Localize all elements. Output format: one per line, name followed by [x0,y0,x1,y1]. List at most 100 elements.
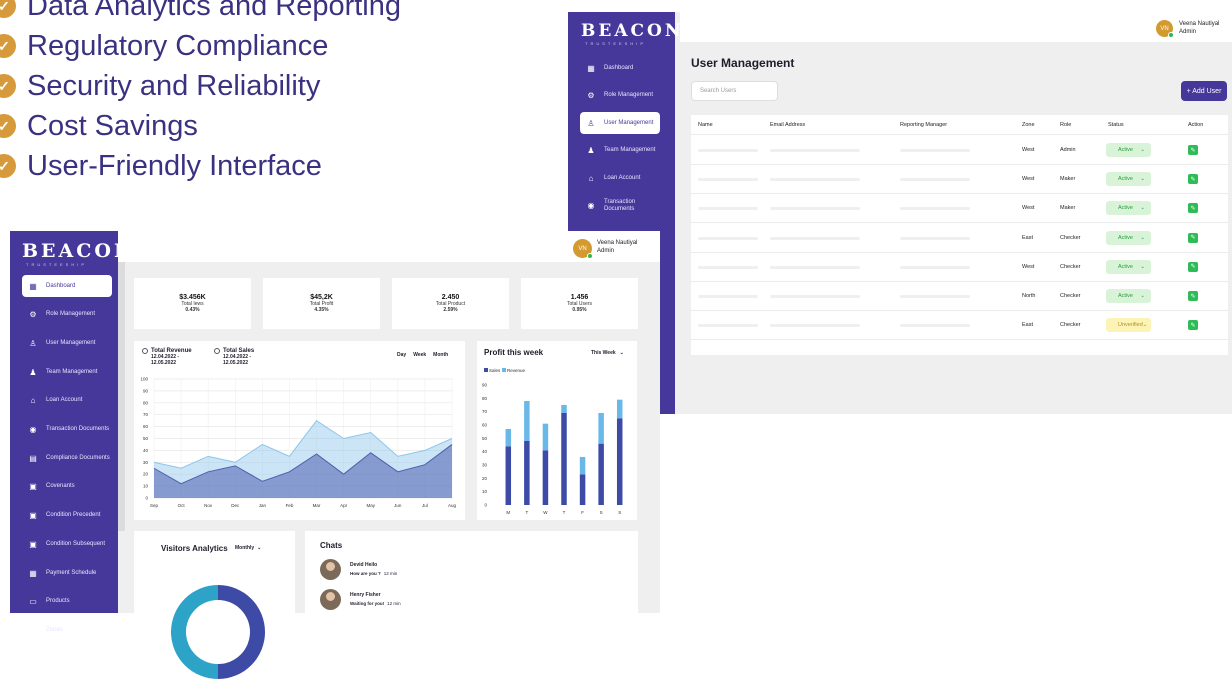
y-tick-label: 50 [143,436,149,441]
status-label: Active [1118,234,1133,241]
legend-total-revenue[interactable]: Total Revenue 12.04.2022 - 12.05.2022 [142,348,201,366]
sidebar-item-transaction-documents[interactable]: ◉ Transaction Documents [580,195,660,217]
role-icon: ⚙ [29,310,37,320]
box-icon: ▭ [29,597,37,607]
sidebar-item-team-management[interactable]: ♟ Team Management [22,361,112,383]
status-dropdown[interactable]: Unverified ⌄ [1106,318,1151,333]
page-title: User Management [691,56,795,70]
redacted-manager [900,178,970,182]
period-select[interactable]: Monthly ⌄ [235,545,261,551]
x-tick-label: Oct [178,503,186,508]
sidebar-item-dashboard[interactable]: ▦ Dashboard [22,275,112,297]
sidebar-item-transaction-documents[interactable]: ◉ Transaction Documents [22,419,112,441]
y-tick-label: 30 [143,460,149,465]
status-label: Active [1118,263,1133,270]
scrollbar[interactable] [118,231,125,531]
zone-cell: West [1022,205,1035,212]
sidebar-item-products[interactable]: ▭ Products [22,591,112,613]
sidebar-item-loan-account[interactable]: ⌂ Loan Account [580,167,660,189]
search-input[interactable]: Search Users [691,81,778,101]
role-cell: Checker [1060,293,1081,299]
bank-icon: ⌂ [588,173,594,183]
sidebar-item-user-management[interactable]: ♙ User Management [22,332,112,354]
sidebar-item-payment-schedule[interactable]: ▦ Payment Schedule [22,562,112,584]
status-dropdown[interactable]: Active ⌄ [1106,230,1151,245]
zone-cell: East [1022,322,1034,329]
edit-icon[interactable]: ✎ [1188,174,1198,185]
y-tick-label: 10 [143,484,149,489]
x-tick-label: S [618,510,621,515]
edit-icon[interactable]: ✎ [1188,291,1198,301]
column-header[interactable]: Role [1060,122,1071,128]
brand-tagline: TRUSTEESHIP [585,41,647,46]
status-dropdown[interactable]: Active ⌄ [1106,259,1151,274]
add-user-button[interactable]: + Add User [1181,81,1227,101]
table-row[interactable]: West Admin Active ⌄ ✎ [691,136,1228,165]
redacted-email [770,178,860,182]
feature-label: Data Analytics and Reporting [27,0,401,22]
column-header[interactable]: Zone [1022,122,1035,128]
profit-bar-chart: Sales Revenue 0 10 20 30 40 50 60 70 80 90 M T W T F S S [482,368,623,515]
avatar[interactable]: VN [573,239,593,259]
edit-icon[interactable]: ✎ [1188,232,1198,243]
column-header[interactable]: Status [1108,122,1124,128]
column-header[interactable]: Action [1188,122,1203,128]
sidebar-item-compliance-documents[interactable]: ▤ Compliance Documents [22,447,112,469]
x-tick-label: M [506,510,510,515]
zone-cell: East [1022,234,1034,241]
sidebar-item-role-management[interactable]: ⚙ Role Management [22,304,112,326]
y-tick-label: 10 [482,489,488,494]
chat-avatar [320,589,341,610]
status-dropdown[interactable]: Active ⌄ [1106,172,1151,187]
period-select[interactable]: This Week ⌄ [591,350,624,356]
table-row[interactable]: West Checker Active ⌄ ✎ [691,253,1228,282]
bar-sales [505,446,512,505]
sidebar-item-role-management[interactable]: ⚙ Role Management [580,85,660,107]
table-row[interactable]: East Checker Unverified ⌄ ✎ [691,311,1228,341]
online-status-dot [1168,32,1174,38]
table-row[interactable]: East Checker Active ⌄ ✎ [691,224,1228,253]
status-dropdown[interactable]: Active ⌄ [1106,143,1151,157]
tab-month[interactable]: Month [433,352,448,358]
sidebar-item-loan-account[interactable]: ⌂ Loan Account [22,390,112,412]
edit-icon[interactable]: ✎ [1188,261,1198,272]
table-row[interactable]: West Maker Active ⌄ ✎ [691,194,1228,224]
column-header[interactable]: Email Address [770,122,805,128]
sidebar-item-dashboard[interactable]: ▦ Dashboard [580,57,660,79]
status-dropdown[interactable]: Active ⌄ [1106,201,1151,216]
y-tick-label: 90 [482,383,488,388]
status-dropdown[interactable]: Active ⌄ [1106,289,1151,303]
sidebar-item-covenants[interactable]: ▣ Covenants [22,476,112,498]
stat-value: 2.450 [441,294,460,301]
sidebar-item-label: Loan Account [604,174,641,181]
bar-sales [579,474,586,505]
chat-item[interactable]: Henry Fisher Waiting for you! 12 min [320,589,520,613]
column-header[interactable]: Reporting Manager [900,122,947,128]
legend-total-sales[interactable]: Total Sales 12.04.2022 - 12.05.2022 [214,348,273,366]
sidebar-item-condition-subsequent[interactable]: ▣ Condition Subsequent [22,533,112,555]
zone-cell: West [1022,147,1035,153]
sidebar-item-zones[interactable]: ⚲ Zones [22,619,112,641]
stat-card: 2.450 Total Product 2.59% [392,278,509,329]
sidebar-item-team-management[interactable]: ♟ Team Management [580,140,660,162]
avatar[interactable]: VN [1156,20,1174,38]
redacted-email [770,324,860,328]
edit-icon[interactable]: ✎ [1188,203,1198,214]
chat-item[interactable]: Devid Heilo How are you ? 12 min [320,559,520,583]
sidebar-item-label: User Management [46,339,96,346]
online-status-dot [587,253,593,259]
tab-week[interactable]: Week [413,352,426,358]
x-tick-label: T [563,510,566,515]
table-row[interactable]: West Maker Active ⌄ ✎ [691,165,1228,195]
edit-icon[interactable]: ✎ [1188,320,1198,331]
redacted-email [770,207,860,211]
edit-icon[interactable]: ✎ [1188,145,1198,155]
x-tick-label: Jun [394,503,402,508]
sidebar-item-condition-precedent[interactable]: ▣ Condition Precedent [22,505,112,527]
top-bar: VN Veena Nautiyal Admin [118,231,660,262]
column-header[interactable]: Name [698,122,713,128]
sidebar-item-user-management[interactable]: ♙ User Management [580,112,660,134]
table-row[interactable]: North Checker Active ⌄ ✎ [691,282,1228,311]
tab-day[interactable]: Day [397,352,406,358]
feature-label: User-Friendly Interface [27,149,322,182]
